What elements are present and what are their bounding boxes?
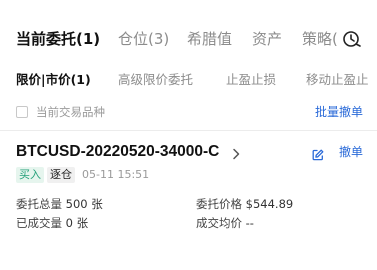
- side-badge: 买入: [16, 167, 44, 183]
- batch-cancel-button[interactable]: 批量撤单: [315, 105, 363, 119]
- filled-amount-label: 已成交量: [16, 216, 62, 230]
- order-price-label: 委托价格: [196, 197, 242, 211]
- subtab-tp-sl[interactable]: 止盈止损: [226, 72, 276, 88]
- order-price-field: 委托价格 $544.89: [196, 197, 293, 211]
- subtab-limit-market[interactable]: 限价|市价(1): [16, 72, 91, 88]
- subtab-trailing-stop[interactable]: 移动止盈止: [306, 72, 369, 88]
- current-symbol-checkbox[interactable]: [16, 106, 28, 118]
- tab-greeks[interactable]: 希腊值: [187, 30, 232, 48]
- order-symbol[interactable]: BTCUSD-20220520-34000-C: [16, 143, 219, 161]
- cancel-order-button[interactable]: 撤单: [339, 145, 363, 159]
- avg-price-label: 成交均价: [196, 216, 242, 230]
- order-type-tabs: 限价|市价(1) 高级限价委托 止盈止损 移动止盈止: [0, 62, 377, 98]
- margin-mode-badge: 逐仓: [47, 167, 75, 183]
- clock-refresh-icon[interactable]: [341, 28, 363, 50]
- total-amount-field: 委托总量 500 张: [16, 197, 103, 211]
- total-amount-value: 500 张: [65, 197, 103, 211]
- order-time: 05-11 15:51: [82, 168, 150, 181]
- tab-positions[interactable]: 仓位(3): [118, 30, 169, 48]
- subtab-advanced-limit[interactable]: 高级限价委托: [118, 72, 193, 88]
- order-card: BTCUSD-20220520-34000-C 撤单 买入 逐仓 05-11 1…: [0, 131, 377, 270]
- tab-assets[interactable]: 资产: [252, 30, 282, 48]
- filled-amount-field: 已成交量 0 张: [16, 216, 88, 230]
- total-amount-label: 委托总量: [16, 197, 62, 211]
- edit-icon[interactable]: [312, 146, 324, 161]
- current-symbol-label[interactable]: 当前交易品种: [36, 106, 105, 119]
- tab-current-orders[interactable]: 当前委托(1): [16, 30, 100, 48]
- filter-row: 当前交易品种 批量撤单: [0, 98, 377, 128]
- filled-amount-value: 0 张: [65, 216, 89, 230]
- avg-price-field: 成交均价 --: [196, 216, 254, 230]
- chevron-right-icon[interactable]: [232, 145, 240, 160]
- tab-strategy[interactable]: 策略(: [302, 30, 338, 48]
- order-price-value: $544.89: [245, 197, 294, 211]
- avg-price-value: --: [245, 216, 254, 230]
